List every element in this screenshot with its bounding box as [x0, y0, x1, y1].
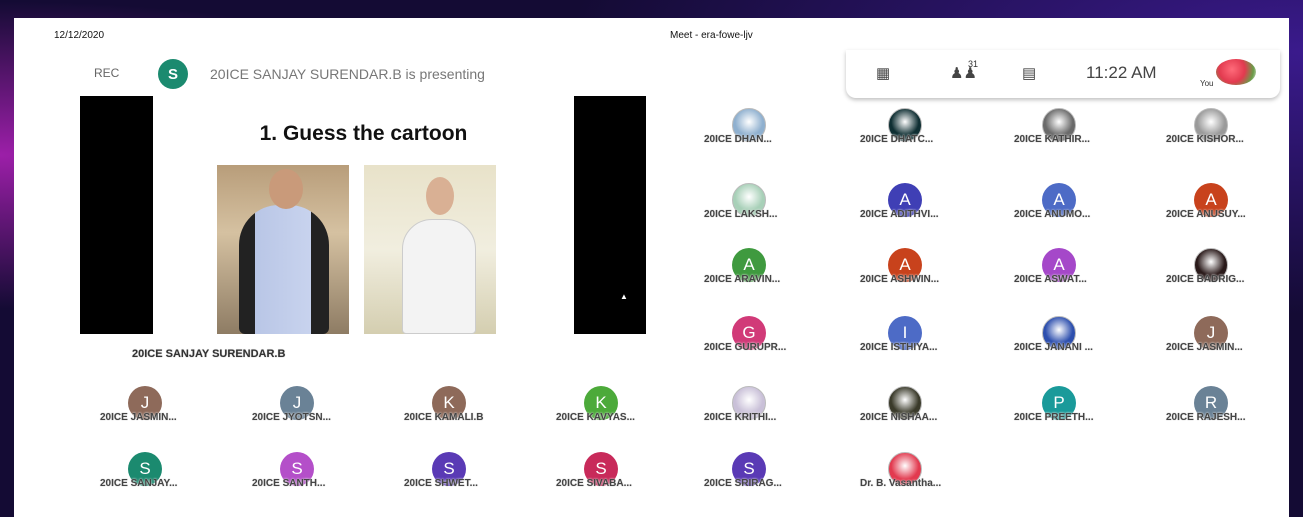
participant-name: 20ICE JASMIN... — [1166, 342, 1243, 353]
meet-window: 12/12/2020 Meet - era-fowe-ljv REC S 20I… — [14, 18, 1289, 517]
participant-name: 20ICE PREETH... — [1014, 412, 1094, 423]
participant-tile[interactable]: A 20ICE ASHWIN... — [860, 248, 980, 306]
participant-tile[interactable]: S 20ICE SRIRAG... — [704, 452, 824, 510]
self-video-thumbnail[interactable] — [1216, 59, 1256, 85]
participant-name: 20ICE ANUMO... — [1014, 209, 1091, 220]
participant-tile[interactable]: S 20ICE SHWET... — [404, 452, 524, 510]
participant-tile[interactable]: 20ICE LAKSH... — [704, 183, 824, 241]
participant-tile[interactable]: A 20ICE ASWAT... — [1014, 248, 1134, 306]
participant-tile[interactable]: S 20ICE SANTH... — [252, 452, 372, 510]
slide-image-left — [217, 165, 349, 334]
meeting-title: Meet - era-fowe-ljv — [670, 30, 753, 41]
rec-indicator: REC — [94, 66, 120, 80]
participant-tile[interactable]: A 20ICE ANUMO... — [1014, 183, 1134, 241]
letterbox-left — [80, 96, 153, 334]
participant-name: 20ICE ANUSUY... — [1166, 209, 1246, 220]
participant-tile[interactable]: 20ICE JANANI ... — [1014, 316, 1134, 374]
clock: 11:22 AM — [1086, 63, 1157, 82]
chat-icon[interactable]: ▤ — [1022, 64, 1036, 84]
participant-name: 20ICE SRIRAG... — [704, 478, 782, 489]
presenting-status: 20ICE SANJAY SURENDAR.B is presenting — [210, 66, 485, 82]
participant-name: 20ICE JASMIN... — [100, 412, 177, 423]
participant-name: 20ICE ASWAT... — [1014, 274, 1087, 285]
participant-name: 20ICE ISTHIYA... — [860, 342, 938, 353]
participant-name: 20ICE DHAN... — [704, 134, 772, 145]
participant-tile[interactable]: A 20ICE ADITHVI... — [860, 183, 980, 241]
participant-tile[interactable]: K 20ICE KAMALI.B — [404, 386, 524, 444]
shared-slide: 1. Guess the cartoon — [153, 96, 574, 334]
participant-name: 20ICE SHWET... — [404, 478, 478, 489]
participant-tile[interactable]: 20ICE DHAN... — [704, 108, 824, 166]
date-label: 12/12/2020 — [54, 30, 105, 41]
letterbox-right — [574, 96, 646, 334]
presentation-area[interactable]: 1. Guess the cartoon ▲ — [80, 96, 646, 334]
participant-name: 20ICE KAMALI.B — [404, 412, 484, 423]
participant-tile[interactable]: 20ICE DHATC... — [860, 108, 980, 166]
participant-tile[interactable]: G 20ICE GURUPR... — [704, 316, 824, 374]
participant-tile[interactable]: A 20ICE ANUSUY... — [1166, 183, 1286, 241]
participant-tile[interactable]: J 20ICE JASMIN... — [1166, 316, 1286, 374]
participant-name: 20ICE ADITHVI... — [860, 209, 939, 220]
participant-name: 20ICE JYOTSN... — [252, 412, 331, 423]
presenter-name-label: 20ICE SANJAY SURENDAR.B — [132, 348, 286, 360]
participant-name: 20ICE KISHOR... — [1166, 134, 1244, 145]
participant-tile[interactable]: A 20ICE ARAVIN... — [704, 248, 824, 306]
participant-name: 20ICE ARAVIN... — [704, 274, 781, 285]
participant-tile[interactable]: 20ICE BADRIG... — [1166, 248, 1286, 306]
participant-name: 20ICE BADRIG... — [1166, 274, 1245, 285]
participant-name: 20ICE KATHIR... — [1014, 134, 1090, 145]
participant-tile[interactable]: 20ICE KRITHI... — [704, 386, 824, 444]
participant-name: 20ICE KRITHI... — [704, 412, 777, 423]
mouse-cursor-icon: ▲ — [620, 292, 628, 301]
control-bar: ▦ ♟♟ 31 ▤ 11:22 AM You — [846, 50, 1280, 98]
participant-name: 20ICE LAKSH... — [704, 209, 778, 220]
participant-tile[interactable]: J 20ICE JASMIN... — [100, 386, 220, 444]
participant-tile[interactable]: I 20ICE ISTHIYA... — [860, 316, 980, 374]
participant-tile[interactable]: 20ICE NISHAA... — [860, 386, 980, 444]
participant-tile[interactable]: K 20ICE KAVYAS... — [556, 386, 676, 444]
participant-name: 20ICE JANANI ... — [1014, 342, 1093, 353]
participant-name: 20ICE GURUPR... — [704, 342, 787, 353]
participant-tile[interactable]: S 20ICE SIVABA... — [556, 452, 676, 510]
participant-tile[interactable]: P 20ICE PREETH... — [1014, 386, 1134, 444]
presenter-avatar: S — [158, 59, 188, 89]
participant-name: 20ICE SIVABA... — [556, 478, 632, 489]
participant-tile[interactable]: J 20ICE JYOTSN... — [252, 386, 372, 444]
participant-name: 20ICE NISHAA... — [860, 412, 938, 423]
participant-tile[interactable]: 20ICE KISHOR... — [1166, 108, 1286, 166]
people-count: 31 — [968, 59, 979, 69]
slide-image-right — [364, 165, 496, 334]
participant-name: Dr. B. Vasantha... — [860, 478, 942, 489]
you-label: You — [1200, 79, 1214, 88]
participant-name: 20ICE KAVYAS... — [556, 412, 635, 423]
participant-name: 20ICE ASHWIN... — [860, 274, 940, 285]
grid-icon[interactable]: ▦ — [876, 64, 890, 84]
participant-name: 20ICE SANTH... — [252, 478, 326, 489]
participant-name: 20ICE DHATC... — [860, 134, 934, 145]
participant-tile[interactable]: Dr. B. Vasantha... — [860, 452, 980, 510]
participant-name: 20ICE RAJESH... — [1166, 412, 1246, 423]
participant-tile[interactable]: 20ICE KATHIR... — [1014, 108, 1134, 166]
participant-tile[interactable]: S 20ICE SANJAY... — [100, 452, 220, 510]
participant-name: 20ICE SANJAY... — [100, 478, 178, 489]
slide-title: 1. Guess the cartoon — [259, 122, 468, 145]
participant-tile[interactable]: R 20ICE RAJESH... — [1166, 386, 1286, 444]
